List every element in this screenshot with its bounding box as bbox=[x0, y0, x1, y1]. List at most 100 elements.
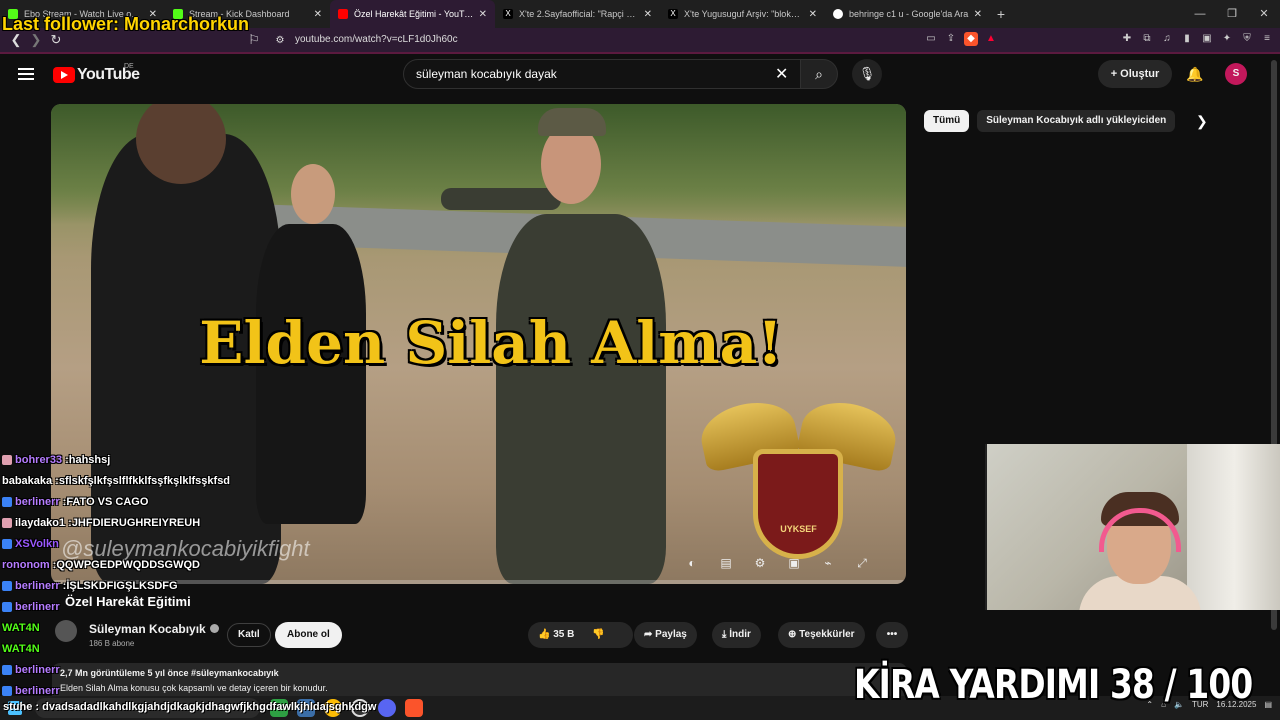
close-icon[interactable]: ✕ bbox=[974, 9, 982, 20]
wallet-icon[interactable]: ▣ bbox=[1200, 32, 1214, 46]
youtube-play-icon bbox=[53, 67, 75, 83]
chat-text: FATO VS CAGO bbox=[66, 495, 149, 508]
create-button[interactable]: + Oluştur bbox=[1098, 60, 1172, 88]
chip-all[interactable]: Tümü bbox=[924, 110, 970, 132]
close-window-icon[interactable]: ✕ bbox=[1248, 0, 1280, 28]
toolbar-spacer bbox=[1004, 32, 1114, 46]
sidebar-icon[interactable]: ▮ bbox=[1180, 32, 1194, 46]
dislike-button[interactable]: 👎 bbox=[592, 629, 604, 640]
chevron-right-icon[interactable]: ❯ bbox=[1196, 113, 1208, 130]
back-icon[interactable]: ❮ bbox=[6, 32, 26, 48]
chat-username[interactable]: WAT4N bbox=[2, 622, 40, 634]
chat-text: sflskfşlkfşslflfkklfsşfkşlklfsşkfsd bbox=[58, 474, 231, 487]
autoplay-toggle-icon[interactable]: ◐ bbox=[681, 554, 703, 572]
video-overlay-title: Elden Silah Alma! bbox=[199, 309, 783, 377]
close-icon[interactable]: ✕ bbox=[644, 9, 652, 20]
chat-username[interactable]: rononom bbox=[2, 559, 50, 571]
restore-icon[interactable]: ❐ bbox=[1216, 0, 1248, 28]
chat-username[interactable]: berlinerr bbox=[15, 580, 60, 592]
share-icon[interactable]: ⇪ bbox=[944, 32, 958, 46]
chat-username[interactable]: bohrer33 bbox=[15, 454, 62, 466]
chat-message: XSVolkn bbox=[2, 533, 422, 554]
minimize-icon[interactable]: — bbox=[1184, 0, 1216, 28]
notifications-bell-icon[interactable]: 🔔 bbox=[1186, 66, 1203, 83]
discord-icon[interactable] bbox=[378, 699, 396, 717]
chat-message: berlinerr: FATO VS CAGO bbox=[2, 491, 422, 512]
brave-icon[interactable] bbox=[405, 699, 423, 717]
settings-gear-icon[interactable]: ⚙ bbox=[749, 554, 771, 572]
chat-message: WAT4N bbox=[2, 617, 422, 638]
miniplayer-icon[interactable]: ▣ bbox=[783, 554, 805, 572]
chat-message: berlinerr bbox=[2, 680, 422, 701]
chat-text: İŞLSKDFIGŞLKSDFG bbox=[66, 579, 178, 592]
video-person-middle-head bbox=[291, 164, 335, 224]
fullscreen-icon[interactable]: ⤢ bbox=[851, 554, 873, 572]
player-controls: ◐ ▤ ⚙ ▣ ⌁ ⤢ bbox=[681, 554, 873, 572]
more-actions-button[interactable]: ••• bbox=[876, 622, 908, 648]
cast-icon[interactable]: ⌁ bbox=[817, 554, 839, 572]
chat-username[interactable]: ilaydako1 bbox=[15, 517, 65, 529]
clear-search-icon[interactable]: ✕ bbox=[775, 64, 788, 84]
menu-icon[interactable]: ≡ bbox=[1260, 32, 1274, 46]
chat-username[interactable]: XSVolkn bbox=[15, 538, 59, 550]
chat-message: berlinerr bbox=[2, 596, 422, 617]
chat-username[interactable]: berlinerr bbox=[15, 601, 60, 613]
chat-username[interactable]: berlinerr bbox=[15, 496, 60, 508]
site-info-icon[interactable]: ⚙ bbox=[270, 35, 290, 46]
brave-rewards-icon[interactable]: ▲ bbox=[984, 32, 998, 46]
chat-username[interactable]: babakaka bbox=[2, 475, 52, 487]
bookmark-icon[interactable]: ⚐ bbox=[244, 32, 264, 48]
reload-icon[interactable]: ↻ bbox=[46, 32, 66, 48]
voice-search-button[interactable]: 🎙 bbox=[852, 59, 882, 89]
youtube-logo[interactable]: YouTube DE bbox=[53, 63, 140, 84]
chat-text: hahshsj bbox=[68, 453, 111, 466]
video-person-right-arm bbox=[441, 188, 561, 210]
tab-x-yugusuguf[interactable]: XX'te Yugusuguf Arşiv: "blok3 amca su✕ bbox=[660, 0, 825, 28]
download-button[interactable]: ⤓ İndir bbox=[712, 622, 761, 648]
chat-badge-icon bbox=[2, 685, 12, 696]
screen: Ebo Stream - Watch Live on Kick ✕ Stream … bbox=[0, 0, 1280, 720]
forward-icon[interactable]: ❯ bbox=[26, 32, 46, 48]
leo-icon[interactable]: ✦ bbox=[1220, 32, 1234, 46]
x-icon: X bbox=[668, 9, 678, 19]
share-arrow-icon: ➦ bbox=[644, 629, 656, 640]
chat-username[interactable]: berlinerr bbox=[15, 685, 60, 697]
subtitles-icon[interactable]: ▤ bbox=[715, 554, 737, 572]
tab-youtube[interactable]: Özel Harekât Eğitimi - YouTube ✕ bbox=[330, 0, 495, 28]
account-avatar[interactable]: S bbox=[1225, 63, 1247, 85]
webcam-overlay bbox=[985, 444, 1280, 610]
media-icon[interactable]: ♫ bbox=[1160, 32, 1174, 46]
screenshot-icon[interactable]: ⧉ bbox=[1140, 32, 1154, 46]
like-button[interactable]: 👍 35 B 👎 bbox=[528, 622, 633, 648]
tab-x-sayfa[interactable]: XX'te 2.Sayfaofficial: "Rapçi Blok3, İst… bbox=[495, 0, 660, 28]
vpn-icon[interactable]: ⛨ bbox=[1240, 32, 1254, 46]
close-icon[interactable]: ✕ bbox=[479, 9, 487, 20]
x-icon: X bbox=[503, 9, 513, 19]
hamburger-menu-icon[interactable] bbox=[18, 68, 34, 80]
last-follower-overlay: Last follower: Monarchorkun bbox=[2, 14, 250, 34]
cast-icon[interactable]: ▭ bbox=[924, 32, 938, 46]
notifications-icon[interactable]: ▤ bbox=[1264, 700, 1272, 709]
extensions-icon[interactable]: ✚ bbox=[1120, 32, 1134, 46]
new-tab-button[interactable]: + bbox=[990, 6, 1012, 22]
google-icon bbox=[833, 9, 843, 19]
thanks-button[interactable]: ⊕ Teşekkürler bbox=[778, 622, 865, 648]
tab-google[interactable]: behringe c1 u - Google'da Ara ✕ bbox=[825, 0, 990, 28]
close-icon[interactable]: ✕ bbox=[809, 9, 817, 20]
chat-username[interactable]: WAT4N bbox=[2, 643, 40, 655]
toolbar-icons: ▭ ⇪ ◆ ▲ ✚ ⧉ ♫ ▮ ▣ ✦ ⛨ ≡ bbox=[924, 32, 1274, 46]
chat-username[interactable]: berlinerr bbox=[15, 664, 60, 676]
search-button[interactable]: ⌕ bbox=[800, 59, 838, 89]
search-input[interactable]: süleyman kocabıyık dayak bbox=[403, 59, 801, 89]
stream-chat-overlay: bohrer33: hahshsj babakaka: sflskfşlkfşsl… bbox=[2, 449, 422, 701]
youtube-header: YouTube DE süleyman kocabıyık dayak ✕ ⌕ … bbox=[0, 56, 1270, 94]
window-controls: — ❐ ✕ bbox=[1184, 0, 1280, 28]
url-field[interactable]: youtube.com/watch?v=cLF1d0Jh60c bbox=[295, 34, 458, 45]
chat-bottom-line: stuhe : dvadsadadlkahdlkgjahdjdkagkjdhag… bbox=[3, 701, 377, 713]
brave-shield-icon[interactable]: ◆ bbox=[964, 32, 978, 46]
share-button[interactable]: ➦ Paylaş bbox=[634, 622, 697, 648]
chat-message: berlinerr bbox=[2, 659, 422, 680]
close-icon[interactable]: ✕ bbox=[314, 9, 322, 20]
chat-message: WAT4N bbox=[2, 638, 422, 659]
chip-uploader[interactable]: Süleyman Kocabıyık adlı yükleyiciden bbox=[977, 110, 1176, 132]
